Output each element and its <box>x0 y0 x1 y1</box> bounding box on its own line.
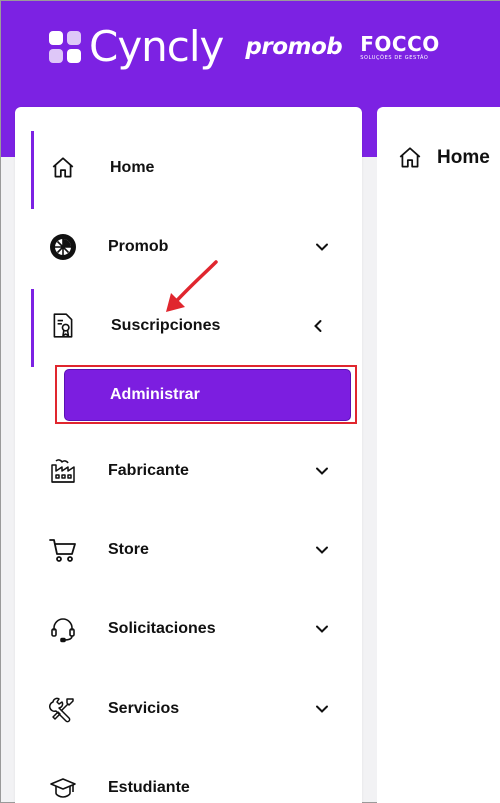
expanded-indicator <box>31 289 34 367</box>
cyncly-logo[interactable]: Cyncly <box>89 25 224 69</box>
certificate-icon <box>48 311 78 341</box>
focco-logo: FOCCO SOLUÇÕES DE GESTÃO <box>360 34 440 61</box>
factory-icon <box>48 456 78 486</box>
sidebar-subitem-administrar[interactable]: Administrar <box>64 369 351 421</box>
page-title: Home <box>437 147 490 168</box>
sidebar-item-estudiante[interactable]: Estudiante <box>15 749 362 803</box>
sidebar-item-label: Fabricante <box>108 462 189 479</box>
sidebar-subitem-label: Administrar <box>110 386 200 403</box>
sidebar-item-label: Servicios <box>108 700 180 717</box>
page-title-row: Home <box>397 145 490 171</box>
graduation-cap-icon <box>48 773 78 803</box>
chevron-down-icon[interactable] <box>313 620 331 638</box>
cart-icon <box>48 535 78 565</box>
sidebar-item-label: Promob <box>108 238 169 255</box>
headset-icon <box>48 614 78 644</box>
main-content: Home <box>377 107 500 803</box>
sidebar-item-label: Store <box>108 541 149 558</box>
promob-logo-icon <box>48 232 78 262</box>
red-arrow-annotation <box>166 260 218 312</box>
focco-tagline: SOLUÇÕES DE GESTÃO <box>360 54 429 61</box>
sidebar: Home Promob Suscripciones Administrar Fa… <box>15 107 362 803</box>
sidebar-item-store[interactable]: Store <box>15 511 362 589</box>
sidebar-item-home[interactable]: Home <box>15 129 362 209</box>
sidebar-item-solicitaciones[interactable]: Solicitaciones <box>15 590 362 668</box>
chevron-down-icon[interactable] <box>313 541 331 559</box>
cyncly-logo-icon <box>47 29 83 65</box>
chevron-down-icon[interactable] <box>313 238 331 256</box>
chevron-left-icon[interactable] <box>309 317 327 335</box>
sidebar-item-label: Solicitaciones <box>108 620 216 637</box>
brand-bar: Cyncly promob FOCCO SOLUÇÕES DE GESTÃO <box>47 25 440 69</box>
sidebar-item-label: Estudiante <box>108 779 190 796</box>
sidebar-item-label: Suscripciones <box>111 317 221 334</box>
home-icon <box>399 147 421 168</box>
sidebar-item-label: Home <box>110 159 155 176</box>
chevron-down-icon[interactable] <box>313 462 331 480</box>
sidebar-item-servicios[interactable]: Servicios <box>15 670 362 748</box>
active-indicator <box>31 131 34 209</box>
home-icon <box>48 153 78 183</box>
focco-logo-text: FOCCO <box>360 31 440 56</box>
chevron-down-icon[interactable] <box>313 700 331 718</box>
tools-icon <box>48 694 78 724</box>
promob-logo: promob <box>245 34 343 60</box>
sidebar-item-fabricante[interactable]: Fabricante <box>15 432 362 510</box>
